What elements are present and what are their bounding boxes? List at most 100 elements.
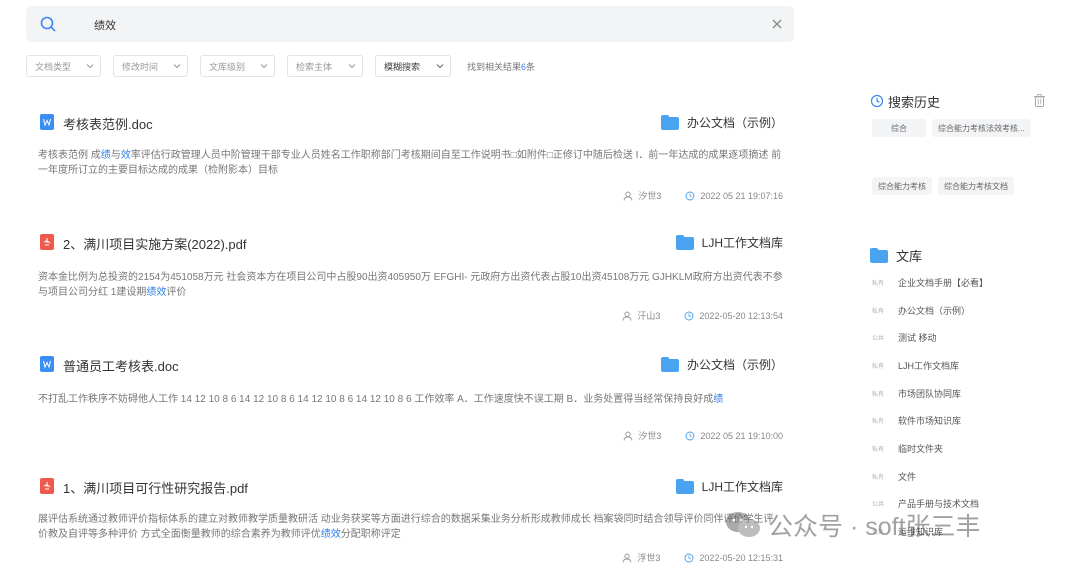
library-title: 文库 bbox=[896, 249, 923, 264]
folder-icon bbox=[675, 479, 694, 494]
close-icon[interactable] bbox=[770, 17, 784, 31]
result-title[interactable]: 考核表范例.doc bbox=[63, 114, 153, 133]
user-icon bbox=[622, 553, 632, 563]
chevron-down-icon bbox=[348, 64, 356, 69]
filter-library-level[interactable]: 文库级别 bbox=[200, 55, 275, 77]
result-library[interactable]: LJH工作文档库 bbox=[675, 478, 783, 495]
library-item[interactable]: 私有 文件 bbox=[872, 470, 916, 483]
user-icon bbox=[623, 431, 633, 441]
result-card[interactable]: 考核表范例.doc 办公文档（示例） 考核表范例 成绩与效率评估行政管理人员中阶… bbox=[38, 100, 783, 210]
clock-icon bbox=[685, 191, 695, 200]
snippet-highlight: 绩 bbox=[713, 394, 724, 405]
result-meta: 汗山3 2022-05-20 12:13:54 bbox=[622, 309, 783, 322]
result-meta: 浮世3 2022-05-20 12:15:31 bbox=[622, 551, 783, 564]
folder-icon bbox=[660, 357, 679, 372]
chevron-down-icon bbox=[86, 64, 94, 69]
result-library[interactable]: 办公文档（示例） bbox=[660, 114, 783, 131]
user-icon bbox=[622, 311, 632, 321]
doc-file-icon bbox=[40, 114, 54, 130]
library-item-name: 市场团队协同库 bbox=[898, 389, 962, 399]
snippet-text: 与 bbox=[110, 150, 121, 161]
pdf-file-icon bbox=[40, 478, 54, 494]
library-item-name: 临时文件夹 bbox=[898, 444, 944, 454]
result-time: 2022 05 21 19:07:16 bbox=[700, 190, 783, 201]
result-library[interactable]: 办公文档（示例） bbox=[660, 356, 783, 373]
chevron-down-icon bbox=[260, 64, 268, 69]
snippet-highlight: 绩 bbox=[100, 150, 111, 161]
library-item-name: 办公文档（示例） bbox=[898, 306, 971, 316]
snippet-highlight: 绩效 bbox=[320, 529, 341, 540]
filter-search-subject[interactable]: 检索主体 bbox=[287, 55, 363, 77]
result-author: 汐世3 bbox=[638, 191, 662, 201]
library-item-name: 文件 bbox=[898, 472, 917, 482]
library-item[interactable]: 私有 办公文档（示例） bbox=[872, 304, 970, 317]
search-icon bbox=[40, 16, 56, 32]
search-bar[interactable]: 绩效 bbox=[26, 6, 794, 42]
history-tag[interactable]: 综合能力考核 bbox=[872, 177, 932, 195]
library-badge: 私有 bbox=[872, 281, 885, 287]
filter-label: 模糊搜索 bbox=[384, 61, 421, 72]
result-card[interactable]: 2、满川项目实施方案(2022).pdf LJH工作文档库 资本金比例为总投资的… bbox=[38, 220, 783, 330]
clock-icon bbox=[870, 94, 884, 108]
result-library-name: 办公文档（示例） bbox=[686, 358, 783, 372]
result-snippet: 展评估系统通过教师评价指标体系的建立对教师教学质量教研活 动业务获奖等方面进行综… bbox=[38, 512, 783, 542]
snippet-highlight: 效 bbox=[120, 150, 131, 161]
folder-icon bbox=[660, 115, 679, 130]
filter-doc-type[interactable]: 文档类型 bbox=[26, 55, 101, 77]
library-badge: 私有 bbox=[872, 392, 885, 398]
result-title[interactable]: 普通员工考核表.doc bbox=[63, 356, 179, 375]
library-item-name: 企业文档手册【必看】 bbox=[898, 278, 989, 288]
clock-icon bbox=[684, 311, 694, 320]
library-item[interactable]: 公共 测试 移动 bbox=[872, 331, 937, 344]
clock-icon bbox=[684, 553, 694, 562]
snippet-text: 考核表范例 成 bbox=[38, 150, 101, 161]
library-badge: 公共 bbox=[872, 336, 885, 342]
library-item[interactable]: 私有 临时文件夹 bbox=[872, 442, 943, 455]
filter-label: 文库级别 bbox=[209, 61, 246, 72]
library-item-name: LJH工作文档库 bbox=[898, 361, 960, 371]
library-badge: 私有 bbox=[872, 475, 885, 481]
trash-icon[interactable] bbox=[1034, 94, 1045, 107]
snippet-text: 率评估行政管理人员中阶管理干部专业人员姓名工作职称部门考核期间自至工作说明书□如… bbox=[38, 150, 782, 176]
filter-modified-time[interactable]: 修改时间 bbox=[113, 55, 188, 77]
filter-bar: 文档类型 修改时间 文库级别 检索主体 模糊搜索 找到相关结果6条 bbox=[26, 55, 535, 77]
history-tag[interactable]: 综合能力考核文档 bbox=[938, 177, 1014, 195]
library-header: 文库 bbox=[870, 246, 922, 265]
wechat-icon bbox=[726, 512, 760, 537]
library-badge: 私有 bbox=[872, 364, 885, 370]
result-title[interactable]: 1、满川项目可行性研究报告.pdf bbox=[63, 478, 248, 497]
search-history-header: 搜索历史 bbox=[870, 92, 1045, 110]
library-badge: 私有 bbox=[872, 309, 885, 315]
filter-label: 检索主体 bbox=[296, 61, 333, 72]
result-card[interactable]: 1、满川项目可行性研究报告.pdf LJH工作文档库 展评估系统通过教师评价指标… bbox=[38, 464, 783, 569]
library-item[interactable]: 私有 LJH工作文档库 bbox=[872, 359, 959, 372]
result-snippet: 考核表范例 成绩与效率评估行政管理人员中阶管理干部专业人员姓名工作职称部门考核期… bbox=[38, 148, 783, 178]
snippet-text: 分配职称评定 bbox=[340, 529, 401, 540]
result-count-suffix: 条 bbox=[526, 61, 536, 72]
history-tag[interactable]: 综合 bbox=[872, 119, 926, 137]
result-snippet: 资本金比例为总投资的2154为451058万元 社会资本方在项目公司中占股90出… bbox=[38, 270, 783, 300]
history-tag[interactable]: 综合能力考核法效考核... bbox=[932, 119, 1031, 137]
library-item-name: 软件市场知识库 bbox=[898, 416, 962, 426]
snippet-text: 展评估系统通过教师评价指标体系的建立对教师教学质量教研活 动业务获奖等方面进行综… bbox=[38, 514, 774, 540]
snippet-highlight: 绩效 bbox=[146, 287, 167, 298]
folder-icon bbox=[675, 235, 694, 250]
result-author: 浮世3 bbox=[637, 553, 661, 563]
filter-label: 文档类型 bbox=[35, 61, 72, 72]
result-card[interactable]: 普通员工考核表.doc 办公文档（示例） 不打乱工作秩序不妨碍他人工作 14 1… bbox=[38, 342, 783, 452]
result-count-prefix: 找到相关结果 bbox=[467, 61, 522, 72]
snippet-text: 评价 bbox=[166, 287, 187, 298]
filter-label: 修改时间 bbox=[122, 61, 159, 72]
search-history-title: 搜索历史 bbox=[888, 94, 941, 110]
result-meta: 汐世3 2022 05 21 19:07:16 bbox=[623, 189, 783, 202]
filter-fuzzy-search[interactable]: 模糊搜索 bbox=[375, 55, 451, 77]
library-item[interactable]: 私有 企业文档手册【必看】 bbox=[872, 276, 988, 289]
result-library[interactable]: LJH工作文档库 bbox=[675, 234, 783, 251]
result-author: 汗山3 bbox=[637, 311, 661, 321]
search-input[interactable]: 绩效 bbox=[94, 17, 116, 33]
library-item[interactable]: 私有 市场团队协同库 bbox=[872, 387, 961, 400]
library-item[interactable]: 私有 软件市场知识库 bbox=[872, 414, 961, 427]
user-icon bbox=[623, 191, 633, 201]
result-title[interactable]: 2、满川项目实施方案(2022).pdf bbox=[63, 234, 247, 253]
library-item-name: 测试 移动 bbox=[898, 333, 937, 343]
